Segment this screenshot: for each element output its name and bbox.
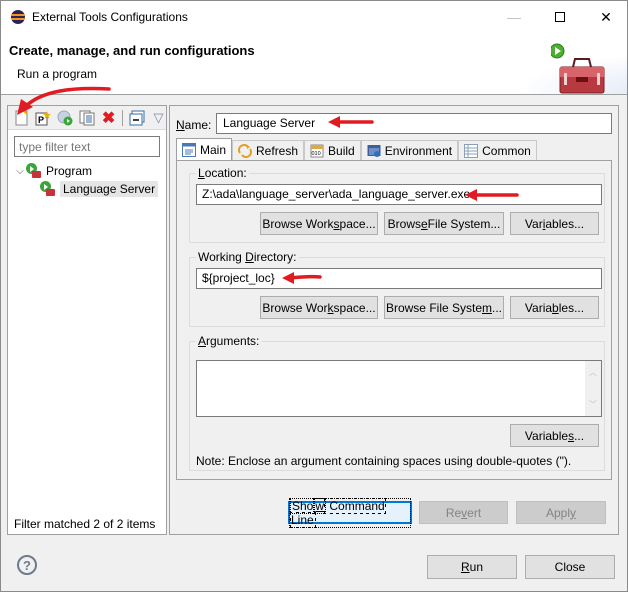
- program-run-icon: [26, 163, 42, 179]
- tree-category-label: Program: [46, 164, 93, 178]
- tab-main[interactable]: Main: [176, 138, 233, 160]
- run-button[interactable]: Run: [427, 555, 517, 579]
- export-icon[interactable]: [57, 110, 73, 126]
- configurations-panel: P ✖ ▽ ⌵ Program Language Se: [7, 105, 167, 535]
- external-tools-dialog: External Tools Configurations — ✕ Create…: [0, 0, 628, 592]
- working-directory-input[interactable]: ${project_loc}: [196, 268, 602, 289]
- arguments-note: Note: Enclose an argument containing spa…: [196, 454, 572, 468]
- program-run-icon: [40, 181, 56, 197]
- dialog-header: Create, manage, and run configurations R…: [1, 33, 627, 95]
- workdir-browse-workspace-button[interactable]: Browse Wor k space...: [260, 296, 378, 319]
- working-directory-label: Working Directory:: [196, 250, 299, 264]
- location-browse-file-system-button[interactable]: Brows e File System...: [384, 212, 504, 235]
- svg-text:010: 010: [312, 151, 321, 157]
- svg-text:P: P: [38, 115, 44, 125]
- scroll-up-icon[interactable]: ︿: [589, 367, 597, 378]
- maximize-icon: [555, 12, 565, 22]
- main-tab-content: Location: Z:\ada\language_server\ada_lan…: [176, 160, 612, 480]
- tab-environment[interactable]: Environment: [360, 140, 459, 160]
- arguments-group: Arguments: ︿ ﹀ Variable s... Note: Enclose…: [189, 334, 605, 471]
- scroll-down-icon[interactable]: ﹀: [589, 399, 597, 410]
- close-window-button[interactable]: ✕: [583, 1, 628, 33]
- location-input[interactable]: Z:\ada\language_server\ada_language_serv…: [196, 184, 602, 205]
- header-subtitle: Run a program: [17, 67, 98, 81]
- tab-build[interactable]: 010 Build: [304, 140, 361, 160]
- configurations-tree: ⌵ Program Language Server: [14, 162, 164, 198]
- config-tabs: Main Refresh 010 Build Environment Commo…: [176, 138, 537, 160]
- collapse-all-icon[interactable]: [129, 110, 145, 126]
- eclipse-icon: [11, 10, 25, 24]
- common-icon: [464, 143, 479, 158]
- new-config-icon[interactable]: [14, 109, 29, 126]
- refresh-icon: [238, 143, 253, 158]
- chevron-down-icon[interactable]: ⌵: [14, 166, 26, 177]
- location-group: Location: Z:\ada\language_server\ada_lan…: [189, 166, 605, 243]
- build-icon: 010: [310, 144, 324, 157]
- tree-item-label: Language Server: [60, 181, 159, 197]
- workdir-browse-file-system-button[interactable]: Browse File Syste m...: [384, 296, 504, 319]
- location-browse-workspace-button[interactable]: Browse Work s pace...: [260, 212, 378, 235]
- apply-button[interactable]: Appl y: [516, 501, 606, 524]
- maximize-button[interactable]: [537, 1, 583, 33]
- toolbar-separator: [122, 109, 123, 126]
- name-input[interactable]: Language Server: [216, 113, 612, 134]
- location-label: Location:: [196, 166, 249, 180]
- working-directory-group: Working Directory: ${project_loc} Browse…: [189, 250, 605, 327]
- help-icon[interactable]: ?: [17, 555, 37, 575]
- name-label: Name:: [176, 118, 212, 132]
- location-variables-button[interactable]: Var i ables...: [510, 212, 599, 235]
- configuration-editor: Name: Language Server Main Refresh 010 B…: [169, 105, 619, 535]
- filter-status: Filter matched 2 of 2 items: [14, 517, 156, 531]
- arguments-scrollbar[interactable]: ︿ ﹀: [585, 361, 601, 416]
- tree-item-language-server[interactable]: Language Server: [14, 180, 164, 198]
- tab-common[interactable]: Common: [458, 140, 537, 160]
- filter-icon[interactable]: ▽: [151, 110, 166, 126]
- tab-refresh[interactable]: Refresh: [232, 140, 305, 160]
- configurations-toolbar: P ✖ ▽: [8, 106, 166, 130]
- header-title: Create, manage, and run configurations: [9, 43, 255, 58]
- title-bar: External Tools Configurations — ✕: [1, 1, 627, 33]
- filter-input[interactable]: [14, 136, 160, 157]
- arguments-textarea[interactable]: ︿ ﹀: [196, 360, 602, 417]
- workdir-variables-button[interactable]: Varia b les...: [510, 296, 599, 319]
- show-command-line-button[interactable]: Sho w Command Line: [288, 497, 412, 528]
- window-title: External Tools Configurations: [32, 10, 188, 24]
- new-prototype-icon[interactable]: P: [35, 110, 52, 126]
- revert-button[interactable]: Re v ert: [419, 501, 508, 524]
- duplicate-icon[interactable]: [79, 110, 95, 126]
- environment-icon: [367, 144, 381, 157]
- main-tab-icon: [182, 142, 196, 157]
- toolbox-run-icon: [551, 43, 605, 94]
- arguments-variables-button[interactable]: Variable s...: [510, 424, 599, 447]
- delete-icon[interactable]: ✖: [101, 110, 116, 127]
- arguments-label: Arguments:: [196, 334, 262, 348]
- tree-category-program[interactable]: ⌵ Program: [14, 162, 164, 180]
- close-button[interactable]: Close: [525, 555, 615, 579]
- minimize-button[interactable]: —: [491, 1, 537, 33]
